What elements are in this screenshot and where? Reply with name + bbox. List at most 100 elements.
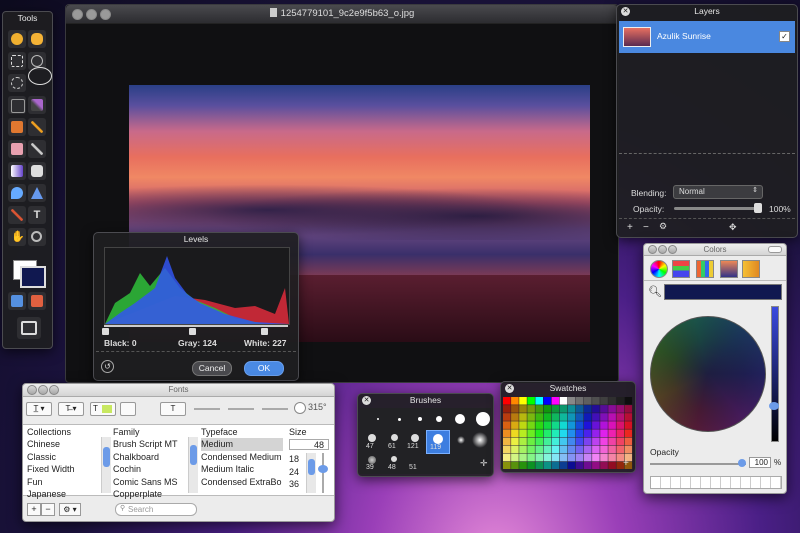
brush-tip[interactable]: 47 — [363, 432, 381, 452]
zoom-icon[interactable] — [28, 228, 46, 246]
eyedropper-icon[interactable] — [8, 206, 26, 224]
opacity-slider-knob[interactable] — [754, 203, 762, 213]
swatch-cell[interactable] — [559, 413, 568, 421]
swatch-cell[interactable] — [600, 397, 608, 405]
swatch-cell[interactable] — [575, 421, 584, 429]
swatch-grid[interactable] — [503, 397, 633, 469]
swatch-cell[interactable] — [551, 445, 560, 454]
swatch-cell[interactable] — [519, 397, 527, 405]
swatch-cell[interactable] — [551, 461, 560, 469]
swatch-cell[interactable] — [519, 421, 527, 429]
swatch-cell[interactable] — [567, 413, 576, 421]
brush-tip[interactable] — [457, 436, 465, 444]
brush-tip[interactable] — [455, 414, 465, 424]
swatch-cell[interactable] — [519, 445, 527, 454]
opacity-value-field[interactable]: 100 — [749, 457, 771, 468]
swatch-cell[interactable] — [584, 461, 592, 469]
swatch-cell[interactable] — [592, 421, 600, 429]
swatch-cell[interactable] — [519, 453, 527, 462]
swatch-cell[interactable] — [559, 461, 568, 469]
color-palettes-mode-icon[interactable] — [696, 260, 714, 278]
opacity-slider[interactable] — [674, 203, 762, 213]
swatch-cell[interactable] — [592, 453, 600, 462]
brush-tip-selected[interactable]: 119 — [426, 430, 450, 454]
swatch-cell[interactable] — [592, 429, 600, 437]
layer-options-icon[interactable]: ✥ — [729, 222, 737, 233]
minimize-button[interactable] — [38, 385, 48, 395]
swatch-cell[interactable] — [511, 405, 519, 413]
opacity-slider[interactable] — [650, 459, 746, 467]
swatch-cell[interactable] — [608, 421, 616, 429]
crop-icon[interactable] — [8, 96, 26, 114]
list-item[interactable]: Comic Sans MS — [113, 476, 193, 489]
underline-button[interactable]: T̲ ▾ — [26, 402, 52, 416]
swatch-cell[interactable] — [608, 405, 616, 413]
close-icon[interactable]: ✕ — [362, 396, 371, 405]
swatch-cell[interactable] — [527, 429, 535, 437]
black-point-handle[interactable] — [102, 328, 109, 335]
swatch-cell[interactable] — [616, 445, 624, 454]
list-item-selected[interactable]: Medium — [201, 438, 283, 451]
swatch-cell[interactable] — [624, 397, 633, 405]
swatch-cell[interactable] — [559, 405, 568, 413]
hand-move-icon[interactable] — [28, 30, 46, 48]
collections-list[interactable]: Chinese Classic Fixed Width Fun Japanese — [27, 438, 107, 501]
brush-tip[interactable] — [398, 418, 401, 421]
levels-slider-track[interactable] — [104, 325, 288, 327]
swatch-cell[interactable] — [592, 461, 600, 469]
family-list[interactable]: Brush Script MT Chalkboard Cochin Comic … — [113, 438, 193, 501]
swatch-cell[interactable] — [616, 405, 624, 413]
brush-tip[interactable] — [476, 412, 490, 426]
blending-select[interactable]: Normal ⇕ — [673, 185, 763, 199]
swatch-cell[interactable] — [527, 421, 535, 429]
swatch-cell[interactable] — [608, 437, 616, 446]
swatch-cell[interactable] — [511, 437, 519, 446]
close-button[interactable] — [648, 245, 657, 254]
lasso-bubble-icon[interactable] — [28, 67, 52, 85]
swatch-cell[interactable] — [575, 429, 584, 437]
move-tool-icon[interactable] — [8, 30, 26, 48]
swatch-cell[interactable] — [527, 405, 535, 413]
close-icon[interactable]: ✕ — [505, 384, 514, 393]
swatch-cell[interactable] — [519, 429, 527, 437]
white-point-handle[interactable] — [261, 328, 268, 335]
brush-tip[interactable]: 39 — [363, 454, 381, 474]
add-layer-icon[interactable]: + — [627, 222, 633, 233]
swatch-cell[interactable] — [624, 421, 633, 429]
swatch-cell[interactable] — [543, 421, 552, 429]
quick-mask-off-icon[interactable] — [8, 292, 26, 310]
image-palettes-mode-icon[interactable] — [720, 260, 738, 278]
swatch-cell[interactable] — [511, 445, 519, 454]
remove-collection-button[interactable]: − — [41, 503, 55, 516]
list-item[interactable]: Copperplate — [113, 488, 193, 501]
swatch-cell[interactable] — [543, 445, 552, 454]
layer-row[interactable]: Azulik Sunrise ✓ — [619, 21, 795, 53]
close-icon[interactable]: ✕ — [621, 7, 630, 16]
swatch-cell[interactable] — [600, 461, 608, 469]
swatch-cell[interactable] — [624, 437, 633, 446]
swatch-cell[interactable] — [559, 421, 568, 429]
swatch-cell[interactable] — [567, 461, 576, 469]
swatch-cell[interactable] — [608, 445, 616, 454]
shadow-blur-slider[interactable] — [228, 408, 254, 410]
text-color-button[interactable]: T — [90, 402, 116, 416]
zoom-button[interactable] — [668, 245, 677, 254]
swatch-cell[interactable] — [527, 461, 535, 469]
color-sliders-mode-icon[interactable] — [672, 260, 690, 278]
swatch-cell[interactable] — [616, 397, 624, 405]
swatch-cell[interactable] — [567, 429, 576, 437]
swatch-cell[interactable] — [567, 437, 576, 446]
swatch-cell[interactable] — [527, 397, 535, 405]
swatch-cell[interactable] — [567, 397, 576, 405]
bucket-icon[interactable] — [28, 162, 46, 180]
swatch-cell[interactable] — [543, 413, 552, 421]
swatch-cell[interactable] — [592, 405, 600, 413]
swatch-cell[interactable] — [503, 445, 511, 454]
swatch-cell[interactable] — [624, 405, 633, 413]
layer-visibility-checkbox[interactable]: ✓ — [779, 31, 790, 42]
size-slider[interactable] — [318, 453, 328, 493]
color-wheel[interactable] — [650, 316, 766, 432]
swatch-cell[interactable] — [592, 437, 600, 446]
brush-tip[interactable] — [436, 416, 442, 422]
zoom-button[interactable] — [49, 385, 59, 395]
